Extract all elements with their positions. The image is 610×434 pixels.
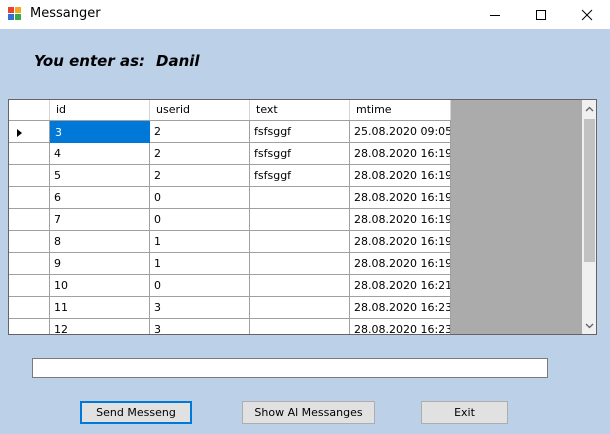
cell-id[interactable]: 5 [50,165,150,187]
column-header-id[interactable]: id [50,100,150,120]
cell-userid[interactable]: 0 [150,209,250,231]
messages-grid[interactable]: id userid text mtime 3 2 fsfsggf 25.08.2020… [8,99,597,335]
cell-text[interactable]: fsfsggf [250,143,350,165]
cell-id[interactable]: 6 [50,187,150,209]
table-row[interactable]: 8 1 28.08.2020 16:19 [9,231,451,253]
row-header[interactable] [9,297,50,319]
cell-mtime[interactable]: 28.08.2020 16:19 [350,143,451,165]
exit-button[interactable]: Exit [421,401,508,424]
cell-mtime[interactable]: 28.08.2020 16:19 [350,165,451,187]
cell-id[interactable]: 7 [50,209,150,231]
row-header[interactable] [9,319,50,334]
cell-text[interactable] [250,231,350,253]
table-row[interactable]: 12 3 28.08.2020 16:23 [9,319,451,334]
column-header-mtime[interactable]: mtime [350,100,451,120]
cell-userid[interactable]: 3 [150,319,250,334]
row-header[interactable] [9,143,50,165]
cell-userid[interactable]: 3 [150,297,250,319]
cell-text[interactable] [250,297,350,319]
row-header[interactable] [9,253,50,275]
table-row[interactable]: 7 0 28.08.2020 16:19 [9,209,451,231]
table-row[interactable]: 3 2 fsfsggf 25.08.2020 09:05 [9,121,451,143]
table-row[interactable]: 5 2 fsfsggf 28.08.2020 16:19 [9,165,451,187]
messenger-window: Messanger You enter as: Danil id userid … [0,0,610,434]
send-message-button[interactable]: Send Messeng [80,401,192,424]
cell-id[interactable]: 4 [50,143,150,165]
minimize-button[interactable] [472,0,518,29]
cell-mtime[interactable]: 25.08.2020 09:05 [350,121,451,143]
message-input[interactable] [32,358,548,378]
cell-userid[interactable]: 1 [150,253,250,275]
close-icon [581,9,593,20]
cell-text[interactable] [250,253,350,275]
cell-id[interactable]: 11 [50,297,150,319]
cell-text[interactable] [250,275,350,297]
column-header-userid[interactable]: userid [150,100,250,120]
row-header[interactable] [9,187,50,209]
column-header-text[interactable]: text [250,100,350,120]
cell-id[interactable]: 3 [50,121,150,143]
title-bar[interactable]: Messanger [0,0,610,29]
cell-userid[interactable]: 1 [150,231,250,253]
maximize-button[interactable] [518,0,564,29]
scroll-down-arrow-icon[interactable] [582,317,596,334]
cell-userid[interactable]: 2 [150,143,250,165]
cell-text[interactable] [250,209,350,231]
row-header[interactable] [9,165,50,187]
table-row[interactable]: 4 2 fsfsggf 28.08.2020 16:19 [9,143,451,165]
row-header[interactable] [9,231,50,253]
cell-mtime[interactable]: 28.08.2020 16:21 [350,275,451,297]
cell-text[interactable]: fsfsggf [250,121,350,143]
row-header[interactable] [9,275,50,297]
cell-id[interactable]: 10 [50,275,150,297]
cell-mtime[interactable]: 28.08.2020 16:23 [350,297,451,319]
row-header-corner[interactable] [9,100,50,120]
grid-vertical-scrollbar[interactable] [582,100,596,334]
cell-id[interactable]: 8 [50,231,150,253]
cell-userid[interactable]: 0 [150,187,250,209]
cell-id[interactable]: 12 [50,319,150,334]
table-row[interactable]: 6 0 28.08.2020 16:19 [9,187,451,209]
cell-mtime[interactable]: 28.08.2020 16:19 [350,231,451,253]
close-button[interactable] [564,0,610,29]
scroll-up-arrow-icon[interactable] [582,100,596,117]
row-header[interactable] [9,209,50,231]
window-title: Messanger [30,6,101,21]
cell-userid[interactable]: 2 [150,121,250,143]
table-row[interactable]: 9 1 28.08.2020 16:19 [9,253,451,275]
grid-content: id userid text mtime 3 2 fsfsggf 25.08.2020… [9,100,451,334]
cell-userid[interactable]: 2 [150,165,250,187]
cell-userid[interactable]: 0 [150,275,250,297]
cell-mtime[interactable]: 28.08.2020 16:19 [350,253,451,275]
app-window-icon [8,7,22,21]
table-row[interactable]: 11 3 28.08.2020 16:23 [9,297,451,319]
current-user-name: Danil [156,52,200,70]
minimize-icon [490,14,500,16]
cell-text[interactable] [250,319,350,334]
cell-text[interactable]: fsfsggf [250,165,350,187]
cell-mtime[interactable]: 28.08.2020 16:23 [350,319,451,334]
current-row-pointer-icon [17,129,22,137]
cell-text[interactable] [250,187,350,209]
cell-mtime[interactable]: 28.08.2020 16:19 [350,187,451,209]
table-row[interactable]: 10 0 28.08.2020 16:21 [9,275,451,297]
enter-as-label: You enter as: [34,52,145,70]
show-all-messages-button[interactable]: Show Al Messanges [242,401,375,424]
row-header[interactable] [9,121,50,143]
grid-header: id userid text mtime [9,100,451,121]
cell-mtime[interactable]: 28.08.2020 16:19 [350,209,451,231]
maximize-icon [536,9,546,20]
cell-id[interactable]: 9 [50,253,150,275]
scrollbar-thumb[interactable] [584,119,595,262]
